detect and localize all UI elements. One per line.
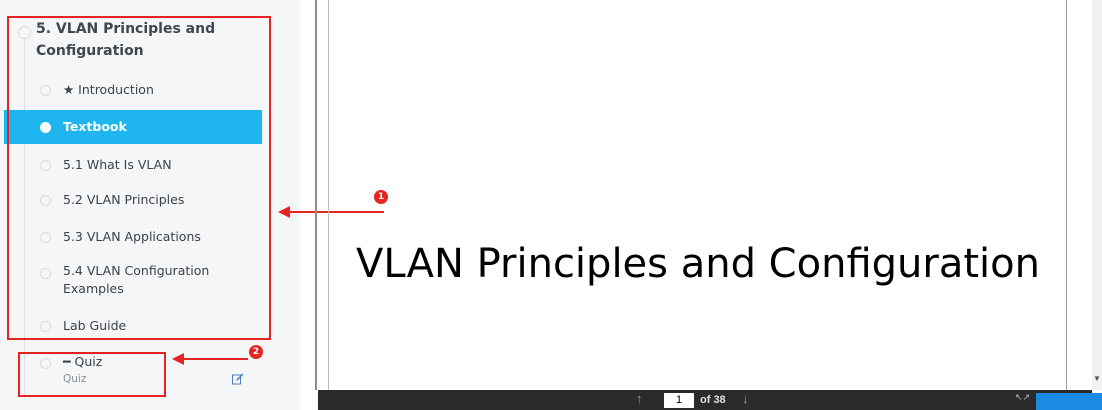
annotation-badge-1: 1 — [374, 190, 388, 204]
annotation-box-2 — [18, 352, 166, 397]
page-total: of 38 — [700, 394, 726, 406]
annotation-arrow-2-line — [182, 358, 248, 360]
arrow-up-icon[interactable]: ↑ — [636, 391, 643, 406]
viewer-border — [315, 0, 317, 390]
document-scrollbar[interactable] — [1092, 0, 1102, 390]
annotation-arrow-1-line — [288, 211, 384, 213]
edit-icon[interactable] — [232, 373, 244, 385]
page: 5. VLAN Principles and Configuration ★ I… — [0, 0, 1102, 410]
viewer-toolbar: ↑ of 38 ↓ ↖↗ — [318, 390, 1092, 410]
action-button[interactable] — [1036, 393, 1102, 410]
slide-title: VLAN Principles and Configuration — [356, 241, 1040, 287]
viewer-border — [328, 0, 329, 390]
viewer-border — [1066, 0, 1067, 390]
scroll-down-icon[interactable]: ▼ — [1093, 374, 1101, 384]
expand-icon[interactable]: ↖↗ — [1015, 392, 1030, 403]
annotation-badge-2: 2 — [249, 345, 263, 359]
arrow-down-icon[interactable]: ↓ — [742, 391, 749, 406]
annotation-box-1 — [7, 16, 271, 340]
page-number-input[interactable] — [664, 393, 694, 408]
